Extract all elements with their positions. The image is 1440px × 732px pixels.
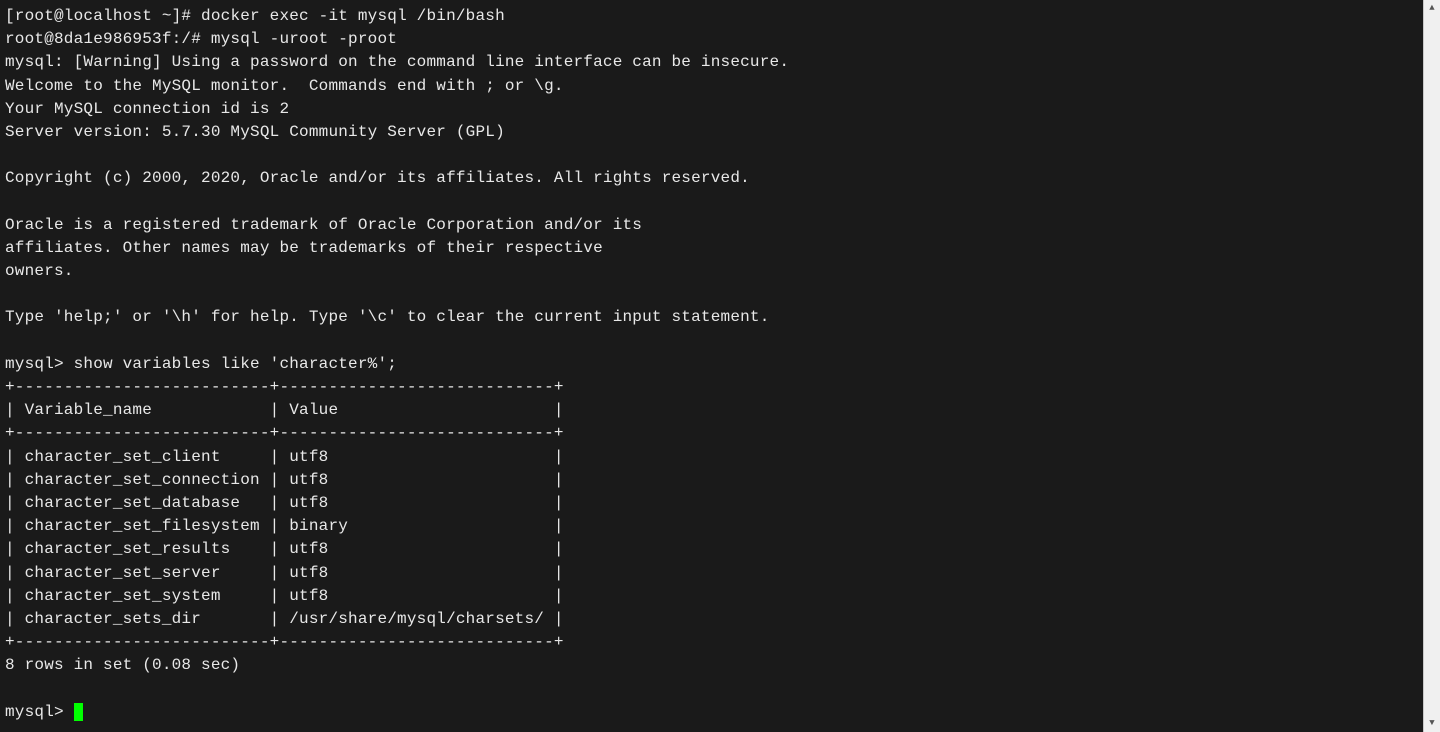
scroll-down-arrow-icon[interactable]: ▼ xyxy=(1424,715,1440,732)
mysql-trademark-line-1: Oracle is a registered trademark of Orac… xyxy=(5,216,642,234)
shell-command-mysql: mysql -uroot -proot xyxy=(201,30,397,48)
mysql-trademark-line-2: affiliates. Other names may be trademark… xyxy=(5,239,603,257)
table-row: | character_set_server | utf8 | xyxy=(5,564,564,582)
mysql-help-line: Type 'help;' or '\h' for help. Type '\c'… xyxy=(5,308,770,326)
mysql-copyright-line: Copyright (c) 2000, 2020, Oracle and/or … xyxy=(5,169,750,187)
vertical-scrollbar[interactable]: ▲ ▼ xyxy=(1423,0,1440,732)
table-row: | character_set_results | utf8 | xyxy=(5,540,564,558)
terminal-window: [root@localhost ~]# docker exec -it mysq… xyxy=(0,0,1440,732)
table-border-bottom: +--------------------------+------------… xyxy=(5,633,564,651)
shell-prompt-host: [root@localhost ~]# xyxy=(5,7,191,25)
mysql-query-show-variables: show variables like 'character%'; xyxy=(64,355,397,373)
mysql-trademark-line-3: owners. xyxy=(5,262,74,280)
terminal-output[interactable]: [root@localhost ~]# docker exec -it mysq… xyxy=(0,0,1423,732)
table-row: | character_set_client | utf8 | xyxy=(5,448,564,466)
mysql-warning-line: mysql: [Warning] Using a password on the… xyxy=(5,53,789,71)
table-border-top: +--------------------------+------------… xyxy=(5,378,564,396)
query-summary-line: 8 rows in set (0.08 sec) xyxy=(5,656,240,674)
table-row: | character_set_connection | utf8 | xyxy=(5,471,564,489)
table-row: | character_set_database | utf8 | xyxy=(5,494,564,512)
mysql-welcome-line: Welcome to the MySQL monitor. Commands e… xyxy=(5,77,564,95)
scroll-up-arrow-icon[interactable]: ▲ xyxy=(1424,0,1440,17)
mysql-server-version-line: Server version: 5.7.30 MySQL Community S… xyxy=(5,123,505,141)
table-border-mid: +--------------------------+------------… xyxy=(5,424,564,442)
table-row: | character_sets_dir | /usr/share/mysql/… xyxy=(5,610,564,628)
table-row: | character_set_filesystem | binary | xyxy=(5,517,564,535)
table-header-row: | Variable_name | Value | xyxy=(5,401,564,419)
table-row: | character_set_system | utf8 | xyxy=(5,587,564,605)
shell-prompt-container: root@8da1e986953f:/# xyxy=(5,30,201,48)
cursor-icon xyxy=(74,703,83,721)
mysql-prompt: mysql> xyxy=(5,355,64,373)
mysql-prompt-active: mysql> xyxy=(5,703,74,721)
shell-command-docker: docker exec -it mysql /bin/bash xyxy=(191,7,505,25)
mysql-connection-id-line: Your MySQL connection id is 2 xyxy=(5,100,289,118)
